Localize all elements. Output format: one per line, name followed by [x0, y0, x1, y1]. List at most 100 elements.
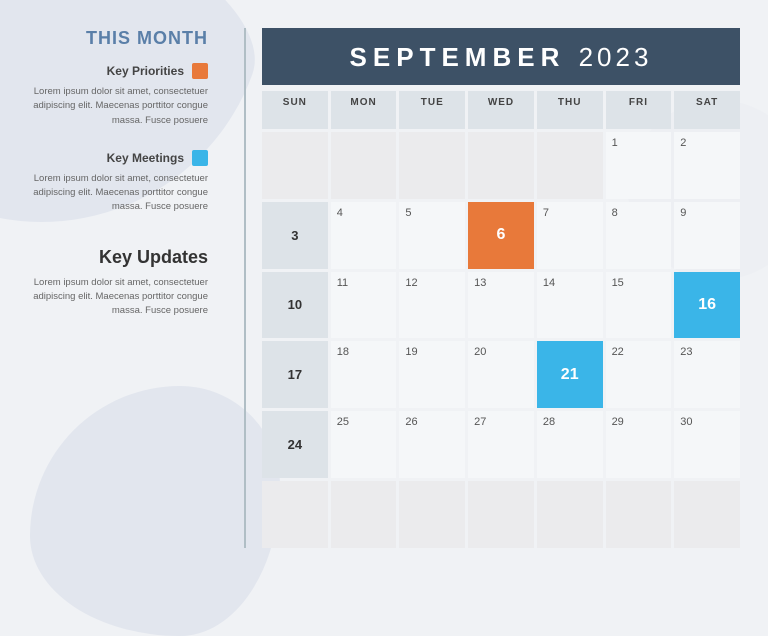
- cal-cell-9: 9: [674, 202, 740, 269]
- day-num-6: 6: [497, 226, 506, 244]
- day-header-mon: MON: [331, 91, 397, 129]
- day-header-sat: SAT: [674, 91, 740, 129]
- cal-cell-empty-1: [262, 132, 328, 199]
- cal-cell-empty-end-3: [399, 481, 465, 548]
- sidebar: THIS MONTH Key Priorities Lorem ipsum do…: [28, 28, 228, 548]
- key-updates-section: Key Updates Lorem ipsum dolor sit amet, …: [28, 237, 208, 323]
- key-meetings-label-row: Key Meetings: [28, 150, 208, 166]
- day-num-9: 9: [680, 207, 686, 219]
- cal-cell-empty-end-6: [606, 481, 672, 548]
- day-num-10: 10: [288, 297, 302, 312]
- day-header-fri: FRI: [606, 91, 672, 129]
- key-updates-text: Lorem ipsum dolor sit amet, consectetuer…: [28, 276, 208, 319]
- cal-cell-empty-end-5: [537, 481, 603, 548]
- cal-cell-17: 17: [262, 341, 328, 408]
- cal-cell-24: 24: [262, 411, 328, 478]
- cal-cell-empty-end-2: [331, 481, 397, 548]
- day-num-19: 19: [405, 346, 417, 358]
- day-num-16: 16: [698, 296, 716, 314]
- day-num-17: 17: [288, 367, 302, 382]
- key-priorities-section: Key Priorities Lorem ipsum dolor sit ame…: [28, 63, 208, 132]
- cal-cell-empty-end-4: [468, 481, 534, 548]
- cal-cell-8: 8: [606, 202, 672, 269]
- day-num-8: 8: [612, 207, 618, 219]
- day-num-24: 24: [288, 437, 302, 452]
- day-header-sun: SUN: [262, 91, 328, 129]
- cal-cell-16: 16: [674, 272, 740, 339]
- cal-cell-26: 26: [399, 411, 465, 478]
- cal-cell-30: 30: [674, 411, 740, 478]
- cal-cell-empty-2: [331, 132, 397, 199]
- day-num-15: 15: [612, 277, 624, 289]
- calendar-year: 2023: [579, 42, 653, 72]
- cal-cell-15: 15: [606, 272, 672, 339]
- day-num-23: 23: [680, 346, 692, 358]
- calendar-month: SEPTEMBER: [350, 42, 566, 72]
- cal-cell-14: 14: [537, 272, 603, 339]
- cal-cell-11: 11: [331, 272, 397, 339]
- cal-cell-22: 22: [606, 341, 672, 408]
- key-updates-title: Key Updates: [28, 247, 208, 268]
- day-num-20: 20: [474, 346, 486, 358]
- cal-cell-10: 10: [262, 272, 328, 339]
- cal-cell-1: 1: [606, 132, 672, 199]
- calendar-grid: SUN MON TUE WED THU FRI SAT 1 2 3 4 5 6 …: [262, 91, 740, 548]
- day-header-tue: TUE: [399, 91, 465, 129]
- key-priorities-label: Key Priorities: [107, 64, 184, 78]
- day-num-26: 26: [405, 416, 417, 428]
- cal-cell-20: 20: [468, 341, 534, 408]
- cal-cell-12: 12: [399, 272, 465, 339]
- day-num-11: 11: [337, 277, 348, 289]
- cal-cell-27: 27: [468, 411, 534, 478]
- calendar-header: SEPTEMBER 2023: [262, 28, 740, 85]
- day-num-7: 7: [543, 207, 549, 219]
- cal-cell-21: 21: [537, 341, 603, 408]
- cal-cell-28: 28: [537, 411, 603, 478]
- day-num-5: 5: [405, 207, 411, 219]
- orange-dot-icon: [192, 63, 208, 79]
- day-header-thu: THU: [537, 91, 603, 129]
- day-num-22: 22: [612, 346, 624, 358]
- calendar: SEPTEMBER 2023 SUN MON TUE WED THU FRI S…: [262, 28, 740, 548]
- day-num-1: 1: [612, 137, 618, 149]
- cal-cell-empty-5: [537, 132, 603, 199]
- day-num-28: 28: [543, 416, 555, 428]
- cal-cell-4: 4: [331, 202, 397, 269]
- cal-cell-19: 19: [399, 341, 465, 408]
- main-container: THIS MONTH Key Priorities Lorem ipsum do…: [0, 0, 768, 576]
- cal-cell-6: 6: [468, 202, 534, 269]
- cal-cell-empty-end-7: [674, 481, 740, 548]
- cal-cell-25: 25: [331, 411, 397, 478]
- cal-cell-empty-4: [468, 132, 534, 199]
- key-meetings-section: Key Meetings Lorem ipsum dolor sit amet,…: [28, 150, 208, 219]
- day-header-wed: WED: [468, 91, 534, 129]
- day-num-14: 14: [543, 277, 555, 289]
- day-num-18: 18: [337, 346, 349, 358]
- cal-cell-13: 13: [468, 272, 534, 339]
- cal-cell-18: 18: [331, 341, 397, 408]
- cal-cell-3: 3: [262, 202, 328, 269]
- day-num-12: 12: [405, 277, 417, 289]
- blue-dot-icon: [192, 150, 208, 166]
- this-month-title: THIS MONTH: [28, 28, 208, 49]
- day-num-25: 25: [337, 416, 349, 428]
- cal-cell-29: 29: [606, 411, 672, 478]
- day-num-3: 3: [291, 228, 298, 243]
- cal-cell-7: 7: [537, 202, 603, 269]
- key-priorities-text: Lorem ipsum dolor sit amet, consectetuer…: [28, 85, 208, 128]
- key-meetings-label: Key Meetings: [107, 151, 184, 165]
- key-priorities-label-row: Key Priorities: [28, 63, 208, 79]
- day-num-30: 30: [680, 416, 692, 428]
- day-num-13: 13: [474, 277, 486, 289]
- cal-cell-23: 23: [674, 341, 740, 408]
- cal-cell-empty-end-1: [262, 481, 328, 548]
- cal-cell-empty-3: [399, 132, 465, 199]
- day-num-29: 29: [612, 416, 624, 428]
- key-meetings-text: Lorem ipsum dolor sit amet, consectetuer…: [28, 172, 208, 215]
- sidebar-divider: [244, 28, 246, 548]
- day-num-2: 2: [680, 137, 686, 149]
- cal-cell-2: 2: [674, 132, 740, 199]
- day-num-4: 4: [337, 207, 343, 219]
- day-num-27: 27: [474, 416, 486, 428]
- cal-cell-5: 5: [399, 202, 465, 269]
